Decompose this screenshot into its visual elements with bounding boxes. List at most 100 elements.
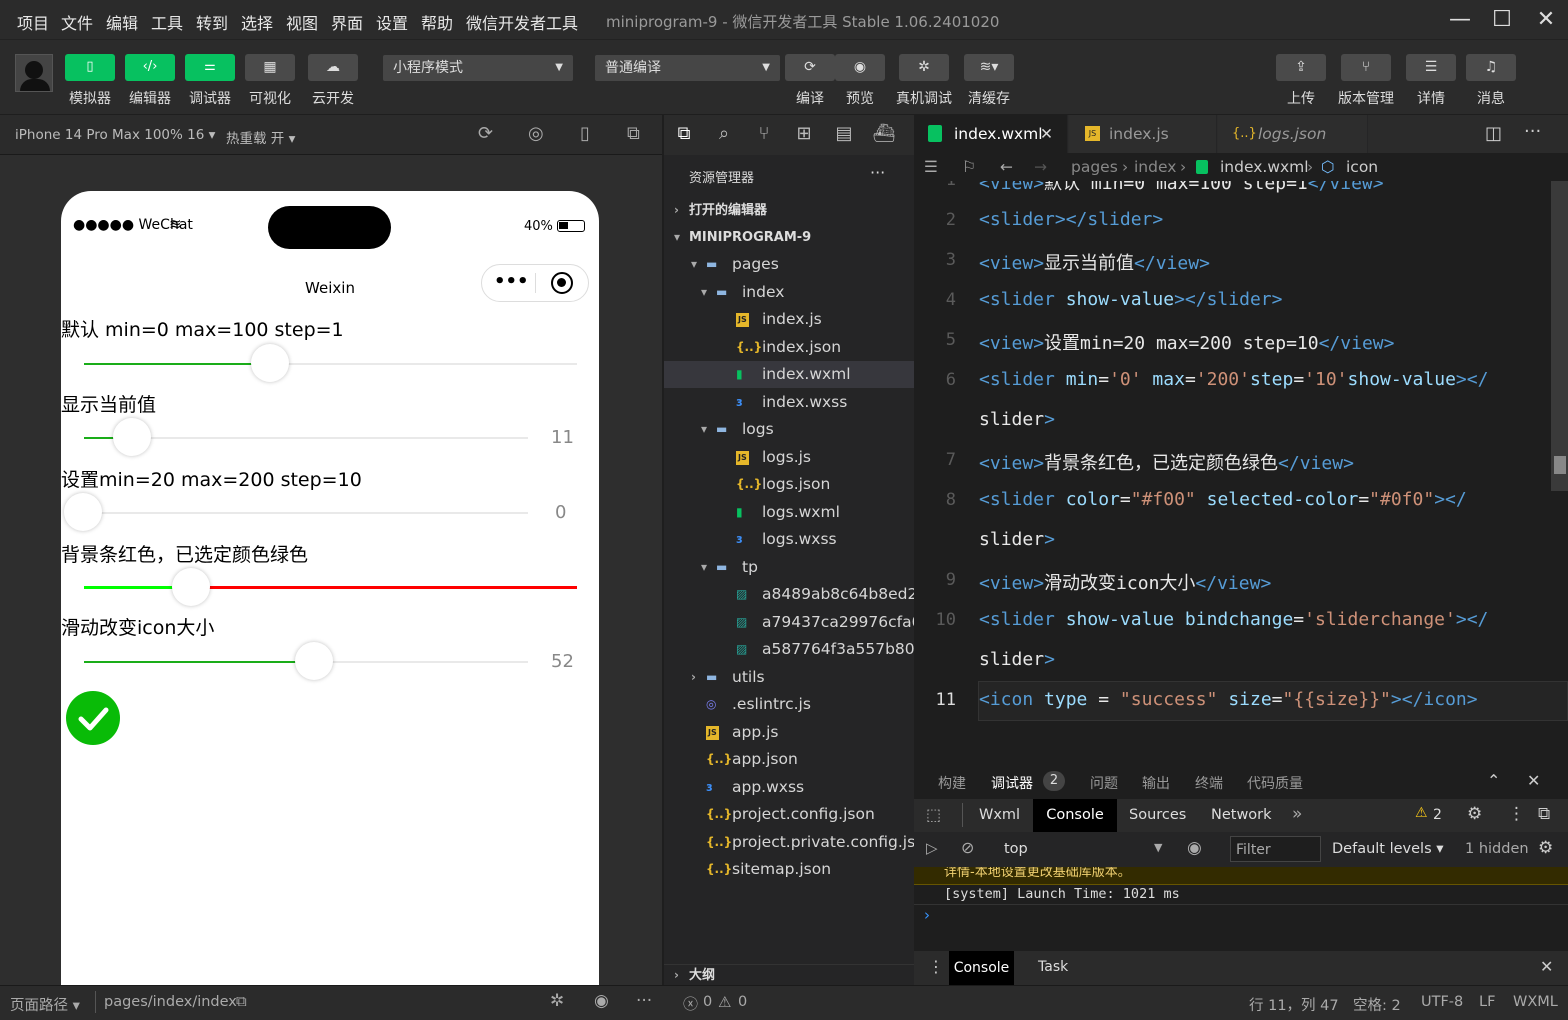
kebab-icon[interactable]: ⋮ [1508,804,1525,824]
split-editor-icon[interactable]: ◫ [1485,123,1502,144]
menu-tools[interactable]: 工具 [151,10,183,34]
tab-index-wxml[interactable]: index.wxml ✕ [914,115,1068,153]
menu-project[interactable]: 项目 [17,10,49,34]
drawer-tab-console[interactable]: Console [949,951,1014,985]
tree-item[interactable]: JS app.js [664,719,914,746]
console-settings-icon[interactable]: ⚙ [1538,838,1553,858]
version-button[interactable]: ⑂ [1341,54,1391,81]
tree-item[interactable]: › ▬ utils [664,664,914,691]
slider-handle[interactable] [64,493,102,531]
bug-icon[interactable]: ✲ [550,991,564,1011]
breadcrumb-pages[interactable]: pages [1071,153,1118,181]
simulator-button[interactable]: ▯ [65,54,115,81]
indentation[interactable]: 空格: 2 [1353,994,1401,1015]
eye-icon[interactable]: ◉ [594,991,609,1011]
capsule-menu[interactable]: ••• [481,264,589,302]
search-icon[interactable]: ⌕ [712,123,736,147]
minimize-icon[interactable]: — [1446,6,1474,34]
tree-item[interactable]: ◎ .eslintrc.js [664,691,914,718]
close-panel-icon[interactable]: ✕ [1527,771,1540,790]
tree-item[interactable]: ▾ ▬ index [664,279,914,306]
clear-cache-button[interactable]: ≋▾ [964,54,1014,81]
bookmark-icon[interactable]: ⚐ [962,153,976,181]
tree-item[interactable]: {..} index.json [664,334,914,361]
eye-icon[interactable]: ◉ [1187,838,1202,858]
drawer-tab-task[interactable]: Task [1038,959,1068,975]
cursor-position[interactable]: 行 11，列 47 [1249,994,1339,1015]
tree-item[interactable]: ▾ ▬ tp [664,554,914,581]
chevron-up-icon[interactable]: ⌃ [1487,771,1500,790]
tree-item[interactable]: {..} logs.json [664,471,914,498]
slider-handle[interactable] [251,344,289,382]
drawer-menu-icon[interactable]: ⋮ [928,957,944,976]
preview-button[interactable]: ◉ [835,54,885,81]
extensions-icon[interactable]: ⊞ [792,123,816,147]
tree-item[interactable]: ▾ ▬ logs [664,416,914,443]
mode-select[interactable]: 小程序模式 ▼ [383,55,573,81]
tree-item[interactable]: {..} project.private.config.js... [664,829,914,856]
levels-select[interactable]: Default levels ▾ [1332,841,1444,857]
details-button[interactable]: ☰ [1406,54,1456,81]
warning-count[interactable]: 0 [738,994,747,1010]
error-count[interactable]: 0 [703,994,712,1010]
copy-icon[interactable]: ⧉ [236,992,247,1010]
compile-select[interactable]: 普通编译 ▼ [595,55,780,81]
tree-item[interactable]: ▮ logs.wxml [664,499,914,526]
close-mini-icon[interactable] [551,272,573,294]
devtab-console[interactable]: Console [1033,799,1117,832]
context-select[interactable]: top [1004,841,1028,857]
source-control-icon[interactable]: ⑂ [752,123,776,147]
tab-terminal[interactable]: 终端 [1195,773,1223,793]
menu-goto[interactable]: 转到 [196,10,228,34]
files-icon[interactable]: ⧉ [672,123,696,147]
outline-section[interactable]: › 大纲 [664,964,914,985]
breadcrumb-file[interactable]: index.wxml [1220,153,1309,181]
clear-console-icon[interactable]: ⊘ [961,838,974,857]
tab-build[interactable]: 构建 [938,773,966,793]
tree-item[interactable]: ▨ a8489ab8c64b8ed2... [664,581,914,608]
menu-select[interactable]: 选择 [241,10,273,34]
tree-item[interactable]: {..} sitemap.json [664,856,914,883]
slider-track[interactable] [84,512,528,514]
tree-item[interactable]: ɜ index.wxss [664,389,914,416]
forward-icon[interactable]: → [1034,153,1047,181]
tab-debugger[interactable]: 调试器 [991,773,1033,793]
tree-item[interactable]: {..} project.config.json [664,801,914,828]
hot-reload-toggle[interactable]: 热重载 开 ▾ [226,127,295,147]
docker-icon[interactable]: ⛴ [872,123,896,147]
menu-help[interactable]: 帮助 [421,10,453,34]
open-editors-section[interactable]: › 打开的编辑器 [664,197,914,224]
devtab-network[interactable]: Network [1211,807,1272,823]
tree-item[interactable]: ɜ app.wxss [664,774,914,801]
sidebar-toggle-icon[interactable]: ▷ [926,839,938,857]
tree-item[interactable]: ▮ index.wxml [664,361,914,388]
tree-item[interactable]: JS logs.js [664,444,914,471]
line-ending[interactable]: LF [1479,994,1495,1010]
avatar[interactable] [15,54,53,92]
page-path-select[interactable]: 页面路径 ▾ [10,994,80,1015]
encoding[interactable]: UTF-8 [1421,994,1463,1010]
prompt-icon[interactable]: › [924,906,930,924]
language-mode[interactable]: WXML [1513,994,1558,1010]
stop-icon[interactable]: ◎ [528,123,544,144]
more-icon[interactable]: ••• [494,271,529,292]
rotate-icon[interactable]: ⟳ [478,123,493,144]
messages-button[interactable]: ♫ [1466,54,1516,81]
storage-icon[interactable]: ▤ [832,123,856,147]
dock-icon[interactable]: ⧉ [1538,804,1550,824]
inspect-icon[interactable]: ⬚ [926,805,941,824]
maximize-icon[interactable]: ☐ [1488,6,1516,34]
filter-input[interactable]: Filter [1230,836,1321,862]
breadcrumb-index[interactable]: index [1134,153,1176,181]
cloud-button[interactable]: ☁ [308,54,358,81]
device-select[interactable]: iPhone 14 Pro Max 100% 16 ▾ [15,127,215,143]
warning-count[interactable]: 2 [1433,807,1442,823]
menu-edit[interactable]: 编辑 [106,10,138,34]
devtab-sources[interactable]: Sources [1129,807,1186,823]
slider-handle[interactable] [113,418,151,456]
menu-file[interactable]: 文件 [61,10,93,34]
debugger-button[interactable]: ⚌ [185,54,235,81]
remote-debug-button[interactable]: ✲ [899,54,949,81]
tab-index-js[interactable]: JS index.js [1069,115,1217,153]
breadcrumb-symbol[interactable]: icon [1346,153,1378,181]
